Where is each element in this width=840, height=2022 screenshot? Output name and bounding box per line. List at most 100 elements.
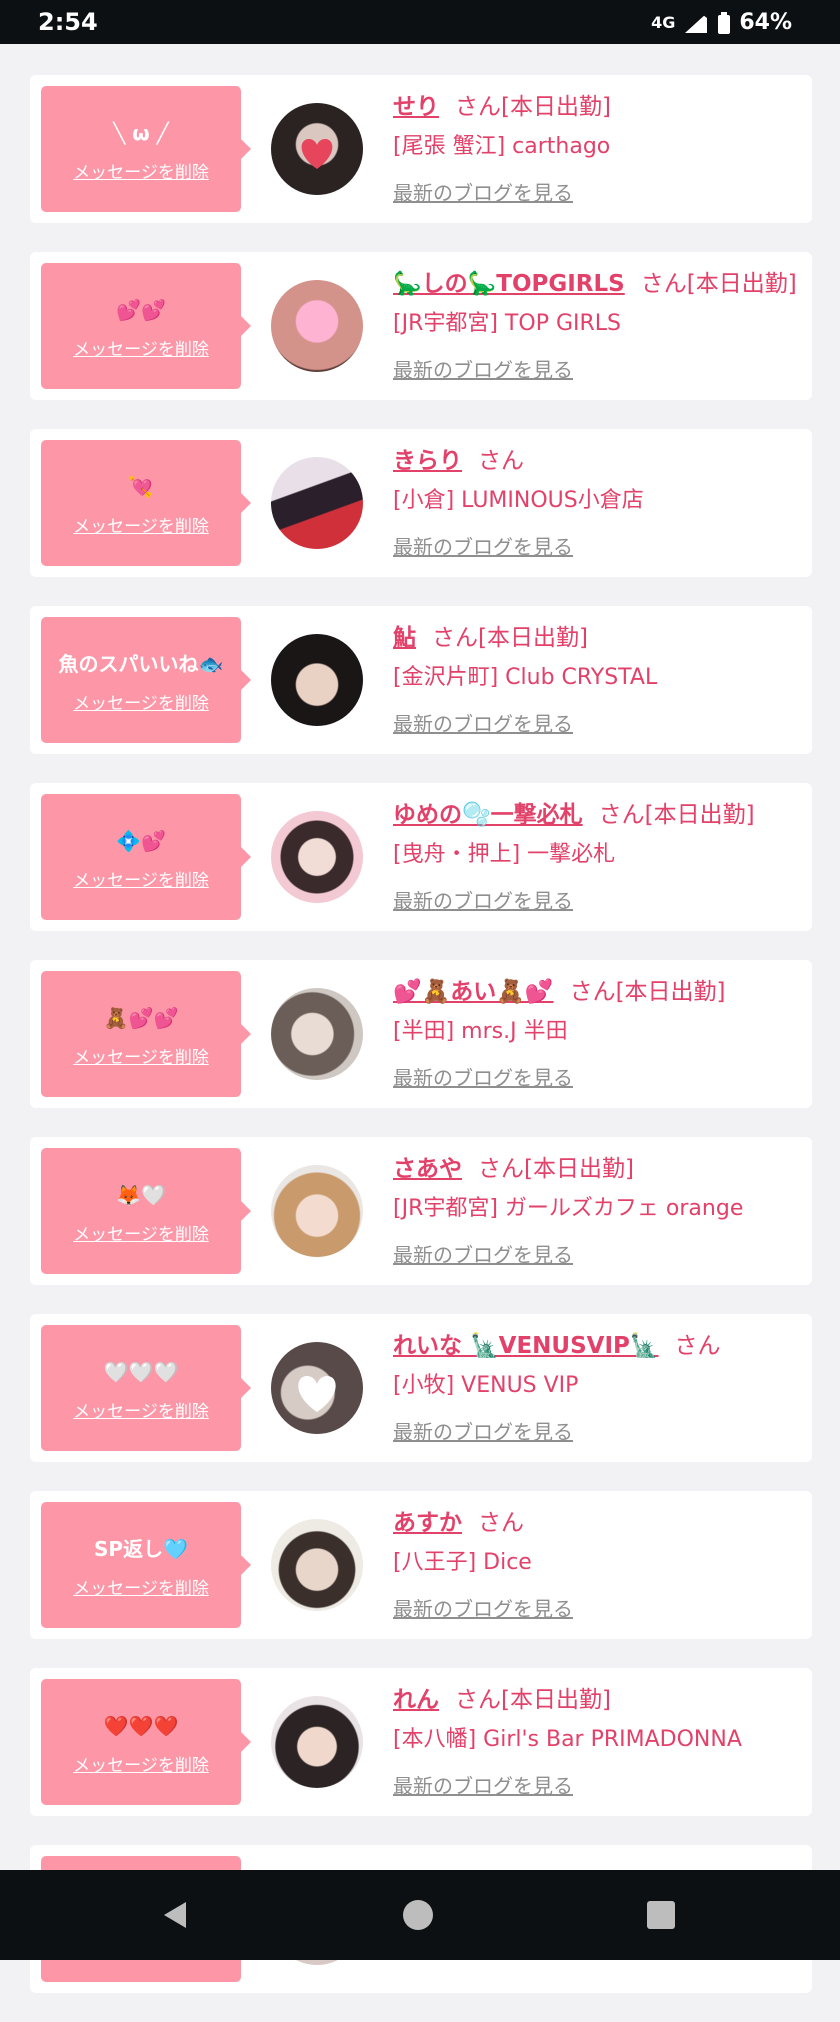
message-card: 💠💕 メッセージを削除 ゆめの🫧一撃必札 さん[本日出勤] [曳舟・押上] 一撃必… [30,783,812,931]
profile-name-link[interactable]: あすか [393,1510,462,1536]
avatar[interactable] [271,1696,363,1788]
delete-message-link[interactable]: メッセージを削除 [73,1043,209,1068]
shop-name: [金沢片町] Club CRYSTAL [393,665,658,690]
card-info: 💕🧸あい🧸💕 さん[本日出勤] [半田] mrs.J 半田 最新のブログを見る [393,972,802,1091]
shop-name: [本八幡] Girl's Bar PRIMADONNA [393,1727,742,1752]
delete-message-link[interactable]: メッセージを削除 [73,335,209,360]
card-info: れいな 🗽VENUSVIP🗽 さん [小牧] VENUS VIP 最新のブログを見… [393,1326,802,1445]
delete-message-link[interactable]: メッセージを削除 [73,512,209,537]
view-blog-link[interactable]: 最新のブログを見る [393,531,802,560]
name-line: 🦕しの🦕TOPGIRLS さん[本日出勤] [393,264,802,304]
delete-message-link[interactable]: メッセージを削除 [73,1751,209,1776]
heart-sticker-icon [298,1376,336,1412]
shop-name: [JR宇都宮] ガールズカフェ orange [393,1196,744,1221]
shop-name: [小牧] VENUS VIP [393,1373,579,1398]
back-button[interactable] [130,1870,220,1960]
shop-name: [尾張 蟹江] carthago [393,134,611,159]
message-bubble: 🧸💕💕 メッセージを削除 [41,971,251,1097]
message-bubble: SP返し🩵 メッセージを削除 [41,1502,251,1628]
card-info: さあや さん[本日出勤] [JR宇都宮] ガールズカフェ orange 最新のブロ… [393,1149,802,1268]
status-time: 2:54 [38,8,98,36]
delete-message-link[interactable]: メッセージを削除 [73,1220,209,1245]
name-line: せり さん[本日出勤] [393,87,802,127]
avatar[interactable] [271,988,363,1080]
message-card: SP返し🩵 メッセージを削除 あすか さん [八王子] Dice 最新のブログを見… [30,1491,812,1639]
profile-name-link[interactable]: さあや [393,1156,462,1182]
view-blog-link[interactable]: 最新のブログを見る [393,1770,802,1799]
recents-button[interactable] [616,1870,706,1960]
signal-icon [685,11,708,33]
honorific: さん[本日出勤] [432,625,588,651]
card-info: ゆめの🫧一撃必札 さん[本日出勤] [曳舟・押上] 一撃必札 最新のブログを見る [393,795,802,914]
home-icon [403,1900,433,1930]
avatar[interactable] [271,280,363,372]
shop-name: [八王子] Dice [393,1550,532,1575]
name-line: ゆめの🫧一撃必札 さん[本日出勤] [393,795,802,835]
message-bubble: 🤍🤍🤍 メッセージを削除 [41,1325,251,1451]
honorific: さん[本日出勤] [640,271,797,297]
profile-name-link[interactable]: ゆめの🫧一撃必札 [393,802,583,828]
card-info: れん さん[本日出勤] [本八幡] Girl's Bar PRIMADONNA 最… [393,1680,802,1799]
message-bubble: ╲ ω ╱ メッセージを削除 [41,86,251,212]
avatar[interactable] [271,457,363,549]
honorific: さん [674,1333,721,1359]
view-blog-link[interactable]: 最新のブログを見る [393,354,802,383]
message-card: 💘 メッセージを削除 きらり さん [小倉] LUMINOUS小倉店 最新のブログ… [30,429,812,577]
name-line: 鮎さん[本日出勤] [393,618,802,658]
view-blog-link[interactable]: 最新のブログを見る [393,1593,802,1622]
battery-icon [718,11,731,34]
message-text: 🧸💕💕 [103,1005,179,1030]
view-blog-link[interactable]: 最新のブログを見る [393,1239,802,1268]
message-text: 🦊🤍 [116,1182,166,1207]
back-icon [164,1902,186,1928]
name-line: あすか さん [393,1503,802,1543]
avatar[interactable] [271,1165,363,1257]
avatar[interactable] [271,811,363,903]
honorific: さん[本日出勤] [455,1687,611,1713]
message-bubble: 💠💕 メッセージを削除 [41,794,251,920]
message-text: 💕💕 [116,297,166,322]
delete-message-link[interactable]: メッセージを削除 [73,1397,209,1422]
profile-name-link[interactable]: 🦕しの🦕TOPGIRLS [393,271,625,297]
avatar[interactable] [271,1342,363,1434]
avatar[interactable] [271,634,363,726]
shop-name: [曳舟・押上] 一撃必札 [393,842,616,867]
view-blog-link[interactable]: 最新のブログを見る [393,1062,802,1091]
message-text: 魚のスパいいね🐟 [58,651,224,676]
view-blog-link[interactable]: 最新のブログを見る [393,708,802,737]
name-line: 💕🧸あい🧸💕 さん[本日出勤] [393,972,802,1012]
card-info: きらり さん [小倉] LUMINOUS小倉店 最新のブログを見る [393,441,802,560]
view-blog-link[interactable]: 最新のブログを見る [393,177,802,206]
delete-message-link[interactable]: メッセージを削除 [73,689,209,714]
profile-name-link[interactable]: せり [393,94,439,120]
battery-percent: 64% [739,10,792,35]
honorific: さん[本日出勤] [598,802,755,828]
honorific: さん [478,448,524,474]
profile-name-link[interactable]: れん [393,1687,439,1713]
shop-name: [小倉] LUMINOUS小倉店 [393,488,644,513]
profile-name-link[interactable]: 鮎 [393,625,416,651]
message-list: ╲ ω ╱ メッセージを削除 せり さん[本日出勤] [尾張 蟹江] cartha… [30,75,812,2022]
name-line: れん さん[本日出勤] [393,1680,802,1720]
status-bar: 2:54 4G 64% [0,0,840,44]
message-text: SP返し🩵 [94,1536,188,1561]
delete-message-link[interactable]: メッセージを削除 [73,866,209,891]
message-bubble: ❤️❤️❤️ メッセージを削除 [41,1679,251,1805]
navigation-bar [0,1870,840,1960]
avatar[interactable] [271,103,363,195]
avatar[interactable] [271,1519,363,1611]
profile-name-link[interactable]: 💕🧸あい🧸💕 [393,979,554,1005]
shop-name: [半田] mrs.J 半田 [393,1019,568,1044]
delete-message-link[interactable]: メッセージを削除 [73,1574,209,1599]
profile-name-link[interactable]: れいな 🗽VENUSVIP🗽 [393,1333,659,1359]
name-line: さあや さん[本日出勤] [393,1149,802,1189]
profile-name-link[interactable]: きらり [393,448,462,474]
message-text: 🤍🤍🤍 [103,1359,179,1384]
delete-message-link[interactable]: メッセージを削除 [73,158,209,183]
message-text: 💠💕 [116,828,166,853]
view-blog-link[interactable]: 最新のブログを見る [393,1416,802,1445]
home-button[interactable] [373,1870,463,1960]
view-blog-link[interactable]: 最新のブログを見る [393,885,802,914]
message-card: ╲ ω ╱ メッセージを削除 せり さん[本日出勤] [尾張 蟹江] cartha… [30,75,812,223]
message-text: 💘 [128,474,154,499]
